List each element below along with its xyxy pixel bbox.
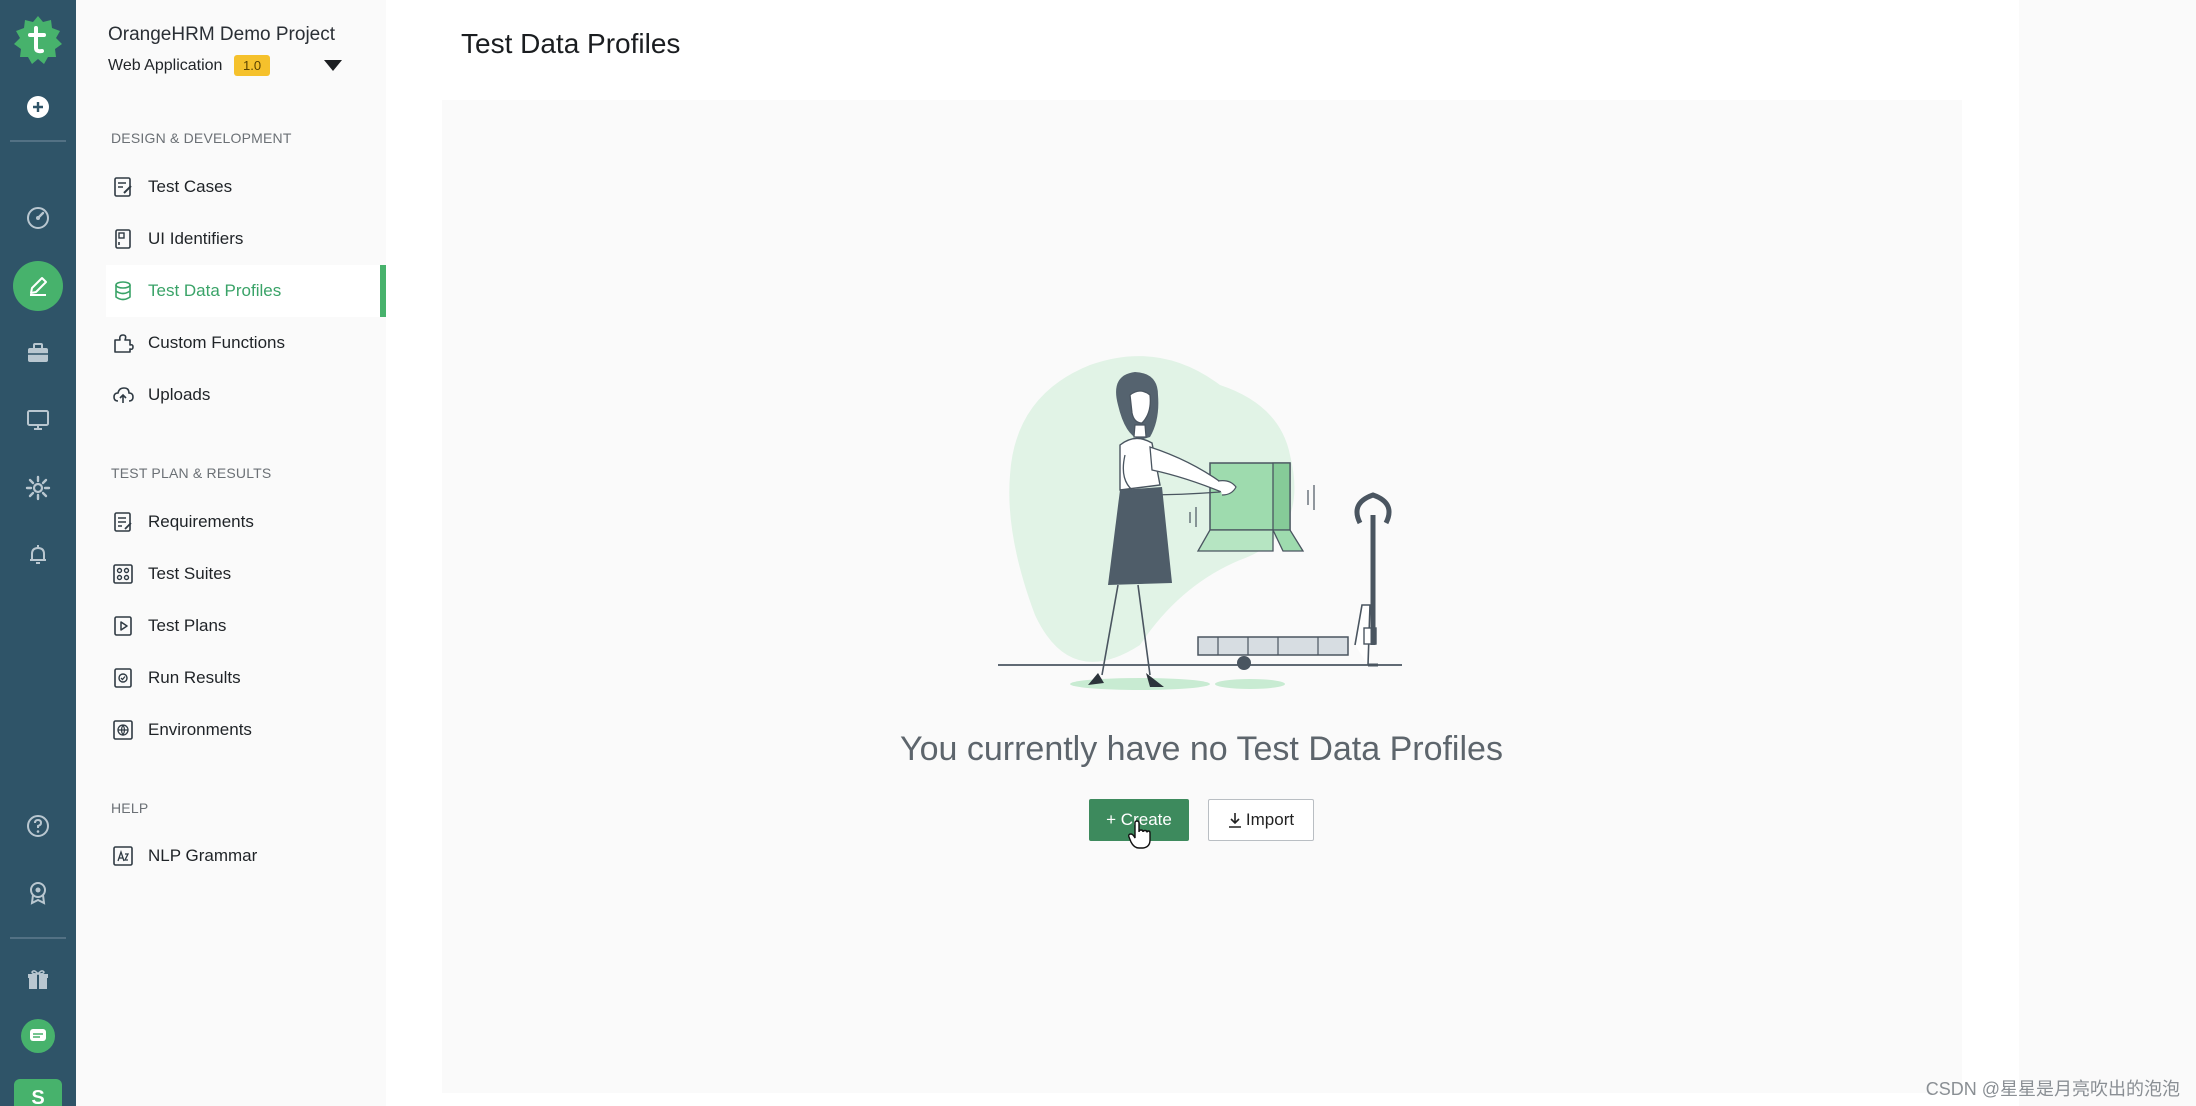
nlp-grammar-icon <box>112 845 134 867</box>
nav-label: Run Results <box>148 668 241 687</box>
section-title-design: DESIGN & DEVELOPMENT <box>111 130 292 146</box>
project-dropdown-caret-icon[interactable] <box>324 60 342 71</box>
ui-identifiers-icon <box>112 228 134 250</box>
hand-cursor-icon <box>1128 820 1151 849</box>
notification-bell-icon[interactable] <box>13 530 63 580</box>
nav-item-uploads[interactable]: Uploads <box>106 369 386 421</box>
right-margin <box>2019 0 2196 1106</box>
play-document-icon <box>112 615 134 637</box>
briefcase-icon[interactable] <box>13 328 63 378</box>
testsigma-logo-icon[interactable] <box>12 14 64 66</box>
nav-item-test-data-profiles[interactable]: Test Data Profiles <box>106 265 386 317</box>
settings-gear-icon[interactable] <box>13 463 63 513</box>
application-name[interactable]: Web Application <box>108 57 222 75</box>
empty-state-illustration <box>998 356 1402 690</box>
user-avatar[interactable]: S <box>14 1079 62 1106</box>
import-button[interactable]: Import <box>1208 799 1314 841</box>
run-results-icon <box>112 667 134 689</box>
design-pencil-icon[interactable] <box>13 261 63 311</box>
nav-label: Test Plans <box>148 616 227 635</box>
requirements-icon <box>112 511 134 533</box>
nav-item-requirements[interactable]: Requirements <box>106 496 386 548</box>
nav-label: Uploads <box>148 385 211 404</box>
watermark: CSDN @星星是月亮吹出的泡泡 <box>1925 1079 2180 1099</box>
nav-label: Custom Functions <box>148 333 285 352</box>
icon-rail: S <box>0 0 76 1106</box>
empty-state-message: You currently have no Test Data Profiles <box>900 730 1503 768</box>
nav-item-run-results[interactable]: Run Results <box>106 652 386 704</box>
nav-label: Requirements <box>148 512 254 531</box>
nav-item-ui-identifiers[interactable]: UI Identifiers <box>106 213 386 265</box>
import-label: Import <box>1245 810 1295 829</box>
add-icon[interactable] <box>13 82 63 132</box>
monitor-icon[interactable] <box>13 395 63 445</box>
gift-icon[interactable] <box>13 955 63 1005</box>
chat-icon[interactable] <box>13 1011 63 1061</box>
help-icon[interactable] <box>13 801 63 851</box>
section-title-plan: TEST PLAN & RESULTS <box>111 465 272 481</box>
project-name[interactable]: OrangeHRM Demo Project <box>108 24 335 46</box>
nav-label: Test Data Profiles <box>148 281 282 300</box>
puzzle-icon <box>112 332 134 354</box>
rail-divider <box>10 140 66 142</box>
dashboard-icon[interactable] <box>13 193 63 243</box>
rail-divider <box>10 937 66 939</box>
nav-item-test-suites[interactable]: Test Suites <box>106 548 386 600</box>
secondary-sidebar: OrangeHRM Demo Project Web Application 1… <box>76 0 386 1106</box>
test-suites-icon <box>112 563 134 585</box>
award-badge-icon[interactable] <box>13 868 63 918</box>
cloud-upload-icon <box>112 384 134 406</box>
nav-label: Test Cases <box>148 177 233 196</box>
nav-item-test-cases[interactable]: Test Cases <box>106 161 386 213</box>
nav-label: UI Identifiers <box>148 229 244 248</box>
test-cases-icon <box>112 176 134 198</box>
nav-item-test-plans[interactable]: Test Plans <box>106 600 386 652</box>
page-title: Test Data Profiles <box>461 28 681 59</box>
nav-item-custom-functions[interactable]: Custom Functions <box>106 317 386 369</box>
nav-label: Test Suites <box>148 564 232 583</box>
download-icon <box>1228 813 1241 828</box>
database-icon <box>112 280 134 302</box>
nav-label: NLP Grammar <box>148 846 258 865</box>
section-title-help: HELP <box>111 800 149 816</box>
nav-item-nlp-grammar[interactable]: NLP Grammar <box>106 830 386 882</box>
version-badge: 1.0 <box>234 55 271 76</box>
